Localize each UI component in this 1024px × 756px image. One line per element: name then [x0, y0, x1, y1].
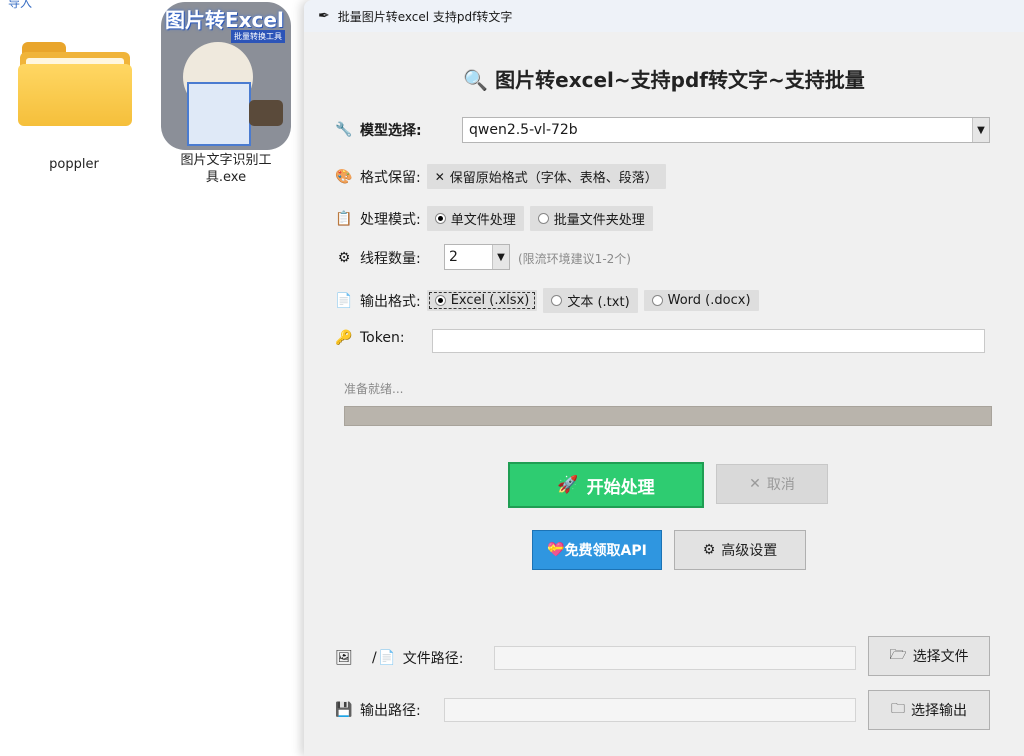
format-keep-checkbox[interactable]: ✕ 保留原始格式（字体、表格、段落） [426, 164, 666, 189]
select-output-button[interactable]: 🗀 选择输出 [868, 690, 990, 730]
cancel-button-label: 取消 [766, 477, 795, 493]
model-select-value: qwen2.5-vl-72b [469, 122, 578, 138]
checkmark-icon: ✕ [434, 169, 445, 184]
document-icon: 📄 [378, 650, 396, 666]
threads-row: ⚙ 线程数量: [334, 248, 421, 268]
model-label: 模型选择: [360, 123, 422, 139]
feather-icon: ✒ [318, 8, 330, 24]
rocket-icon: 🚀 [557, 475, 579, 495]
clipboard-icon: 📋 [335, 210, 353, 227]
key-icon: 🔑 [335, 330, 353, 346]
folder-open-icon: 🗁 [889, 647, 907, 663]
image-icon: 🖼 [335, 650, 353, 666]
free-api-label: 免费领取API [564, 543, 647, 559]
window-title: 批量图片转excel 支持pdf转文字 [337, 9, 513, 24]
wrench-icon: 🔧 [335, 122, 353, 138]
radio-selected-icon [434, 213, 446, 224]
desktop-folder-poppler[interactable]: poppler [14, 32, 134, 173]
process-mode-row: 📋 处理模式: 单文件处理 批量文件夹处理 [334, 206, 653, 231]
palette-icon: 🎨 [335, 168, 353, 185]
select-output-label: 选择输出 [911, 703, 967, 719]
radio-icon [651, 295, 663, 306]
advanced-settings-button[interactable]: ⚙ 高级设置 [674, 530, 806, 570]
output-format-label: 输出格式: [360, 293, 421, 310]
start-button-label: 开始处理 [586, 477, 655, 498]
threads-select[interactable]: 2 ▼ [444, 244, 510, 270]
desktop-item-label: poppler [49, 157, 99, 172]
token-input[interactable] [432, 329, 985, 353]
model-select[interactable]: qwen2.5-vl-72b ▼ [462, 117, 990, 143]
folder-icon: 🗀 [891, 701, 905, 717]
desktop-app-shortcut[interactable]: 图片转Excel 批量转换工具 图片文字识别工具.exe [160, 2, 292, 186]
desktop-item-label: 图片文字识别工具.exe [180, 153, 272, 185]
gear-icon: ⚙ [702, 542, 716, 558]
output-path-input[interactable] [444, 698, 856, 722]
radio-selected-icon [434, 295, 446, 306]
process-mode-label: 处理模式: [360, 211, 421, 228]
cancel-button[interactable]: ✕ 取消 [716, 464, 828, 504]
heart-icon: 💝 [547, 542, 565, 558]
model-row: 🔧 模型选择: [334, 120, 422, 140]
app-window: ✒ 批量图片转excel 支持pdf转文字 🔍 图片转excel~支持pdf转文… [304, 0, 1024, 756]
file-path-label: 文件路径: [402, 651, 464, 667]
output-path-row: 💾 输出路径: [334, 700, 421, 720]
threads-hint: (限流环境建议1-2个) [518, 252, 631, 266]
radio-label: 单文件处理 [450, 213, 516, 228]
status-text: 准备就绪... [344, 382, 404, 396]
radio-icon [537, 213, 549, 224]
dropdown-arrow-icon[interactable]: ▼ [492, 245, 509, 269]
folder-icon [16, 32, 132, 128]
gear-icon: ⚙ [337, 250, 351, 266]
radio-word[interactable]: Word (.docx) [643, 290, 759, 311]
radio-icon [551, 295, 563, 306]
token-label: Token: [360, 330, 405, 346]
radio-single-file[interactable]: 单文件处理 [426, 206, 524, 231]
threads-value: 2 [449, 249, 458, 265]
page-heading: 🔍 图片转excel~支持pdf转文字~支持批量 [463, 68, 865, 92]
token-row: 🔑 Token: [334, 330, 405, 346]
advanced-settings-label: 高级设置 [721, 543, 778, 559]
close-icon: ✕ [749, 476, 761, 492]
radio-label: 批量文件夹处理 [553, 213, 645, 228]
file-path-row: 🖼 / 📄 文件路径: [334, 648, 463, 668]
app-icon-subtitle: 批量转换工具 [231, 30, 285, 43]
save-icon: 💾 [335, 702, 353, 718]
dropdown-arrow-icon[interactable]: ▼ [972, 118, 989, 142]
radio-batch-folder[interactable]: 批量文件夹处理 [529, 206, 653, 231]
radio-label: Excel (.xlsx) [450, 293, 530, 308]
radio-label: Word (.docx) [667, 293, 751, 308]
start-button[interactable]: 🚀 开始处理 [508, 462, 704, 508]
window-titlebar[interactable]: ✒ 批量图片转excel 支持pdf转文字 [304, 0, 1024, 32]
document-icon: 📄 [335, 292, 353, 309]
app-icon: 图片转Excel 批量转换工具 [161, 2, 291, 150]
desktop-top-text: 导入 [8, 0, 33, 10]
app-icon-title: 图片转Excel [165, 8, 284, 32]
file-path-input[interactable] [494, 646, 856, 670]
format-keep-label: 格式保留: [360, 169, 421, 186]
output-format-row: 📄 输出格式: Excel (.xlsx) 文本 (.txt) Word (.d… [334, 288, 759, 313]
radio-label: 文本 (.txt) [567, 295, 630, 310]
select-file-button[interactable]: 🗁 选择文件 [868, 636, 990, 676]
progress-bar [344, 406, 992, 426]
free-api-button[interactable]: 💝 免费领取API [532, 530, 662, 570]
radio-txt[interactable]: 文本 (.txt) [543, 288, 638, 313]
threads-label: 线程数量: [360, 251, 421, 267]
format-keep-row: 🎨 格式保留: ✕ 保留原始格式（字体、表格、段落） [334, 164, 666, 189]
output-path-label: 输出路径: [360, 703, 421, 719]
select-file-label: 选择文件 [912, 649, 969, 665]
format-keep-option: 保留原始格式（字体、表格、段落） [449, 171, 658, 186]
radio-excel[interactable]: Excel (.xlsx) [426, 290, 538, 311]
